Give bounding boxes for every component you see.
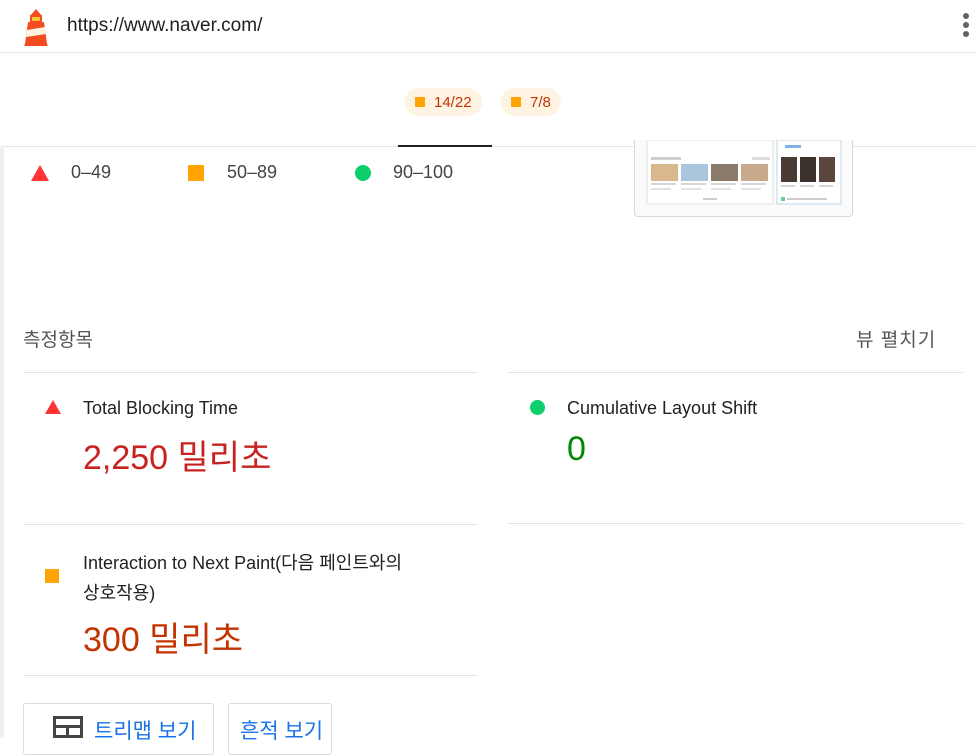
fail-triangle-icon [31, 164, 49, 181]
metric-name-line-2: 상호작용) [83, 583, 156, 603]
metric-name: Cumulative Layout Shift [567, 398, 758, 418]
sticky-gauge-band: 14/22 7/8 [0, 53, 977, 147]
page-url: https://www.naver.com/ [67, 15, 263, 36]
treemap-icon [53, 716, 83, 738]
metrics-section-title: 측정항목 [23, 330, 93, 351]
average-square-icon [511, 97, 521, 107]
gauge-pill-2-label: 7/8 [530, 93, 551, 111]
metric-value: 0 [567, 430, 586, 468]
divider [23, 524, 477, 525]
view-treemap-button[interactable]: 트리맵 보기 [23, 703, 214, 755]
legend-pass-label: 90–100 [393, 162, 454, 182]
metric-value: 2,250 밀리초 [83, 439, 272, 477]
divider [23, 372, 477, 373]
legend-fail: 0–49 [31, 162, 111, 183]
average-square-icon [415, 97, 425, 107]
legend-average: 50–89 [188, 162, 277, 183]
active-tab-indicator [398, 145, 492, 147]
more-menu-icon[interactable] [963, 13, 971, 41]
view-trace-label: 흔적 보기 [240, 720, 324, 743]
screenshot-preview-image [646, 140, 842, 205]
average-square-icon [45, 569, 59, 583]
metric-name-line-1: Interaction to Next Paint(다음 페인트와의 [83, 553, 403, 573]
metric-value: 300 밀리초 [83, 621, 244, 659]
average-square-icon [188, 164, 204, 181]
expand-view-toggle[interactable]: 뷰 펼치기 [856, 325, 936, 352]
top-bar: https://www.naver.com/ [0, 0, 977, 53]
gauge-pill-2[interactable]: 7/8 [501, 88, 561, 116]
divider [508, 372, 963, 373]
pass-circle-icon [355, 164, 371, 181]
final-screenshot-thumbnail[interactable] [634, 140, 853, 217]
divider [23, 675, 477, 676]
legend-fail-label: 0–49 [71, 162, 112, 182]
view-treemap-label: 트리맵 보기 [94, 720, 197, 743]
left-border [0, 146, 4, 738]
gauge-pill-1[interactable]: 14/22 [405, 88, 482, 116]
pass-circle-icon [530, 400, 545, 415]
metric-name: Total Blocking Time [83, 398, 239, 418]
legend-pass: 90–100 [355, 162, 453, 183]
fail-triangle-icon [45, 400, 61, 414]
legend-average-label: 50–89 [227, 162, 278, 182]
view-trace-button[interactable]: 흔적 보기 [228, 703, 332, 755]
divider [508, 523, 963, 524]
gauge-pill-1-label: 14/22 [434, 93, 472, 111]
lighthouse-logo-icon [24, 9, 48, 46]
